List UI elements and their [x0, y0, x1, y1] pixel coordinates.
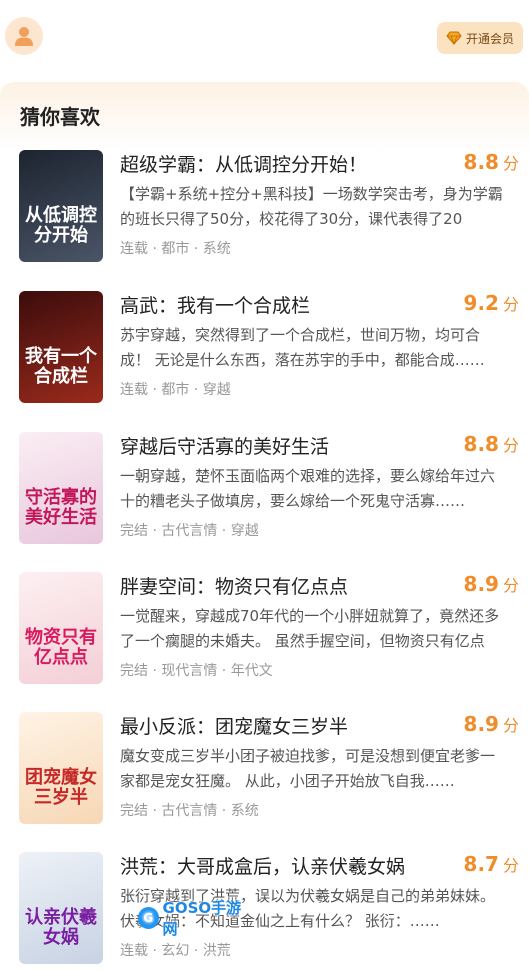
- score-value: 8.7: [463, 852, 499, 876]
- score-unit: 分: [502, 154, 519, 173]
- book-description: 苏宇穿越，突然得到了一个合成栏，世间万物，均可合成！ 无论是什么东西，落在苏宇的…: [120, 326, 485, 369]
- score-value: 8.9: [463, 572, 499, 596]
- score-unit: 分: [502, 716, 519, 735]
- watermark-text: GOSO手游网: [162, 899, 242, 938]
- score-value: 9.2: [463, 291, 499, 315]
- book-score: 8.8 分: [464, 432, 519, 456]
- book-item[interactable]: 我有一个合成栏 高武：我有一个合成栏 9.2 分苏宇穿越，突然得到了一个合成栏，世间万…: [19, 291, 519, 409]
- diamond-icon: [446, 31, 462, 45]
- avatar[interactable]: [5, 17, 43, 55]
- cover-title: 认亲伏羲女娲: [25, 907, 97, 948]
- cover-title: 我有一个合成栏: [25, 346, 97, 387]
- book-title[interactable]: 胖妻空间：物资只有亿点点: [120, 572, 450, 599]
- book-cover[interactable]: 物资只有亿点点: [19, 572, 103, 684]
- book-tags: 完结 · 古代言情 · 系统: [120, 803, 259, 819]
- score-value: 8.8: [463, 432, 499, 456]
- book-item[interactable]: 从低调控分开始 超级学霸：从低调控分开始！ 8.8 分【学霸+系统+控分+黑科技】一场…: [19, 150, 519, 268]
- book-title[interactable]: 高武：我有一个合成栏: [120, 291, 450, 318]
- score-unit: 分: [502, 295, 519, 314]
- book-tags: 完结 · 现代言情 · 年代文: [120, 663, 273, 679]
- section-title: 猜你喜欢: [20, 105, 100, 129]
- book-tags: 连载 · 都市 · 穿越: [120, 382, 231, 398]
- book-title[interactable]: 超级学霸：从低调控分开始！: [120, 150, 450, 177]
- user-icon: [13, 25, 35, 47]
- score-unit: 分: [502, 436, 519, 455]
- book-item[interactable]: 认亲伏羲女娲 洪荒：大哥成盒后，认亲伏羲女娲 8.7 分张衍穿越到了洪荒，误以为伏羲女…: [19, 852, 519, 970]
- book-tags: 完结 · 古代言情 · 穿越: [120, 523, 259, 539]
- book-score: 8.9 分: [464, 572, 519, 596]
- book-cover[interactable]: 团宠魔女三岁半: [19, 712, 103, 824]
- book-description: 一朝穿越，楚怀玉面临两个艰难的选择，要么嫁给年过六十的糟老头子做填房，要么嫁给一…: [120, 467, 496, 510]
- top-bar: 开通会员: [0, 0, 529, 70]
- book-title[interactable]: 洪荒：大哥成盒后，认亲伏羲女娲: [120, 852, 450, 879]
- cover-title: 守活寡的美好生活: [25, 487, 97, 528]
- score-value: 8.8: [463, 150, 499, 174]
- book-item[interactable]: 守活寡的美好生活 穿越后守活寡的美好生活 8.8 分一朝穿越，楚怀玉面临两个艰难的选择…: [19, 432, 519, 550]
- book-score: 8.9 分: [464, 712, 519, 736]
- book-description: 一觉醒来，穿越成70年代的一个小胖妞就算了，竟然还多了一个瘸腿的未婚夫。 虽然手…: [120, 607, 500, 650]
- book-description: 【学霸+系统+控分+黑科技】一场数学突击考，身为学霸的班长只得了50分，校花得了…: [120, 185, 503, 228]
- cover-title: 物资只有亿点点: [25, 627, 97, 668]
- book-item[interactable]: 团宠魔女三岁半 最小反派：团宠魔女三岁半 8.9 分魔女变成三岁半小团子被迫找爹，可是…: [19, 712, 519, 830]
- open-vip-label: 开通会员: [465, 31, 514, 46]
- book-title[interactable]: 最小反派：团宠魔女三岁半: [120, 712, 450, 739]
- book-cover[interactable]: 我有一个合成栏: [19, 291, 103, 403]
- cover-title: 从低调控分开始: [25, 205, 97, 246]
- cover-title: 团宠魔女三岁半: [25, 767, 97, 808]
- book-score: 8.7 分: [464, 852, 519, 876]
- book-score: 8.8 分: [464, 150, 519, 174]
- book-cover[interactable]: 守活寡的美好生活: [19, 432, 103, 544]
- book-description: 魔女变成三岁半小团子被迫找爹，可是没想到便宜老爹一家都是宠女狂魔。 从此，小团子…: [120, 747, 496, 790]
- book-cover[interactable]: 从低调控分开始: [19, 150, 103, 262]
- book-title[interactable]: 穿越后守活寡的美好生活: [120, 432, 450, 459]
- book-tags: 连载 · 玄幻 · 洪荒: [120, 943, 231, 959]
- book-tags: 连载 · 都市 · 系统: [120, 241, 231, 257]
- score-unit: 分: [502, 576, 519, 595]
- watermark-logo: G: [138, 907, 159, 929]
- open-vip-button[interactable]: 开通会员: [437, 22, 523, 54]
- score-value: 8.9: [463, 712, 499, 736]
- book-cover[interactable]: 认亲伏羲女娲: [19, 852, 103, 964]
- score-unit: 分: [502, 856, 519, 875]
- book-score: 9.2 分: [464, 291, 519, 315]
- watermark: G GOSO手游网: [138, 899, 250, 938]
- book-item[interactable]: 物资只有亿点点 胖妻空间：物资只有亿点点 8.9 分一觉醒来，穿越成70年代的一个小胖…: [19, 572, 519, 690]
